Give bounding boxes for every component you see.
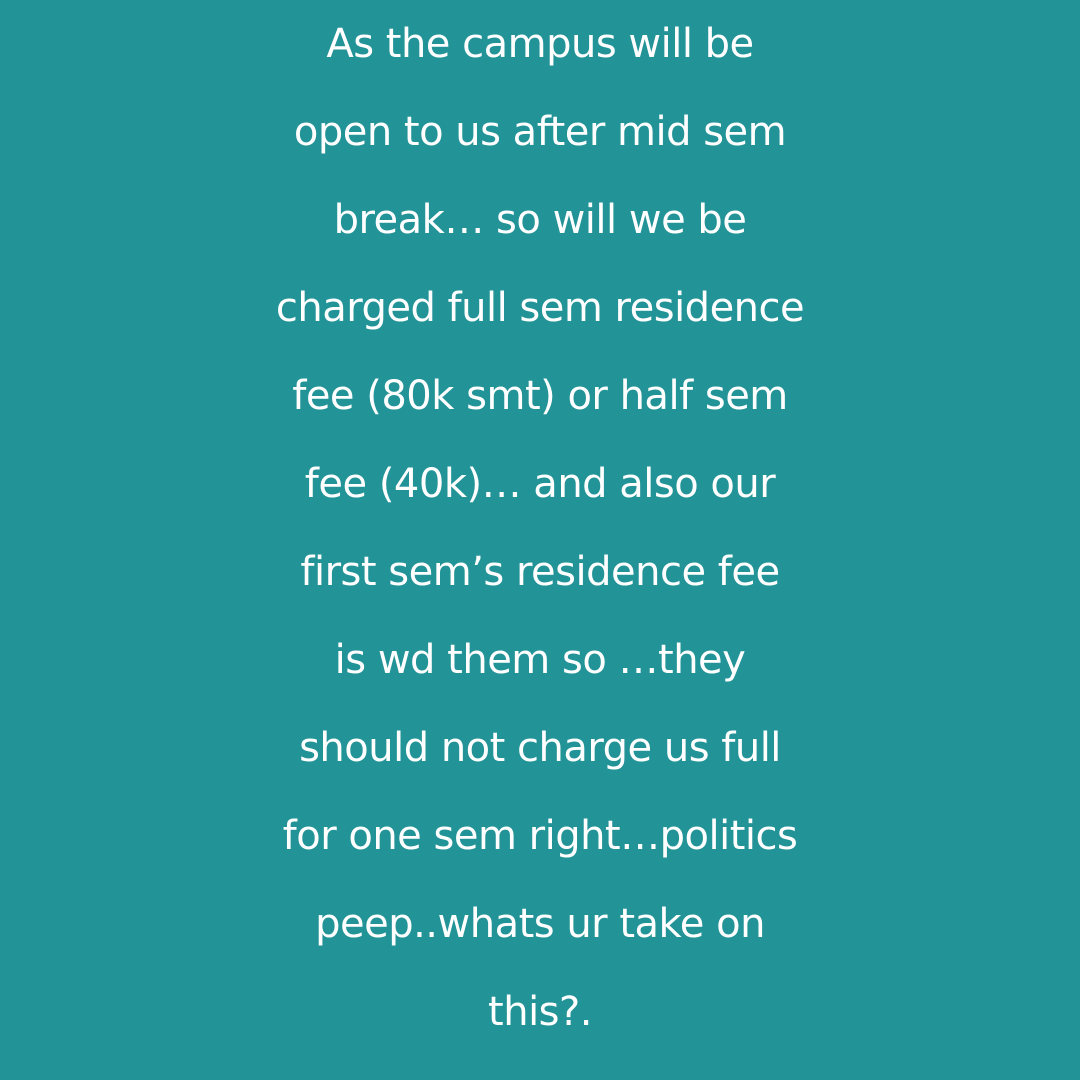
post-text-line-5: fee (80k smt) or half sem <box>292 373 788 419</box>
post-text-line-9: should not charge us full <box>299 725 781 771</box>
confession-card: As the campus will be open to us after m… <box>0 0 1080 1080</box>
post-text-line-1: As the campus will be <box>326 21 754 67</box>
post-text-line-8: is wd them so …they <box>334 637 746 683</box>
post-text-line-11: peep..whats ur take on <box>315 901 765 947</box>
post-text-line-6: fee (40k)… and also our <box>304 461 776 507</box>
post-text-line-3: break… so will we be <box>333 197 747 243</box>
post-text-line-4: charged full sem residence <box>275 285 805 331</box>
post-text-line-12: this?. <box>488 989 592 1035</box>
post-text: As the campus will be open to us after m… <box>0 0 1080 1056</box>
post-text-line-10: for one sem right…politics <box>282 813 798 859</box>
post-text-line-2: open to us after mid sem <box>293 109 787 155</box>
post-text-line-7: first sem’s residence fee <box>300 549 780 595</box>
